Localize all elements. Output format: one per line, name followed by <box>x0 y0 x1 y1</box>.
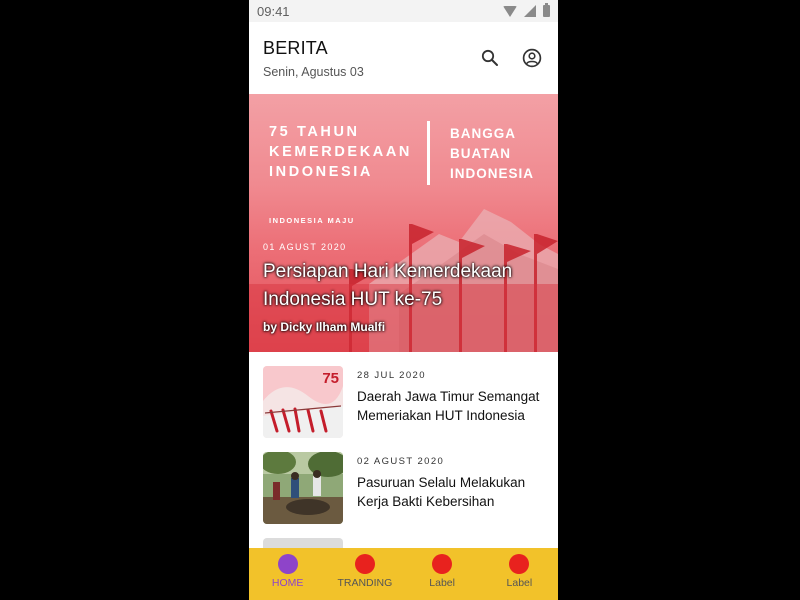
news-date: 02 AGUST 2020 <box>357 456 445 467</box>
nav-label: HOME <box>271 577 304 589</box>
app-bar-actions <box>480 48 542 68</box>
nav-tranding-icon <box>354 554 375 574</box>
news-date: 28 JUL 2020 <box>357 370 426 381</box>
bottom-navigation: HOME TRANDING Label Label <box>249 548 558 600</box>
nav-label: TRANDING <box>337 577 393 589</box>
news-item[interactable]: 02 AGUST 2020 Pasuruan Selalu Melakukan … <box>249 452 558 524</box>
nav-item-label-1[interactable]: Label <box>404 548 481 589</box>
hero-banner-right: BANGGA BUATAN INDONESIA <box>450 124 534 184</box>
news-title[interactable]: Pasuruan Selalu Melakukan Kerja Bakti Ke… <box>357 473 544 511</box>
news-text: 02 AGUST 2020 Pasuruan Selalu Melakukan … <box>357 452 544 524</box>
news-thumbnail <box>263 452 343 524</box>
news-item[interactable]: 75 28 JUL 2020 Daerah Jawa Timur Semanga… <box>249 366 558 438</box>
account-circle-icon[interactable] <box>522 48 542 68</box>
featured-article[interactable]: 75 TAHUN KEMERDEKAAN INDONESIA BANGGA BU… <box>249 94 558 352</box>
featured-author: by Dicky Ilham Mualfi <box>263 320 386 334</box>
status-icons <box>503 3 550 17</box>
status-bar: 09:41 <box>249 0 558 22</box>
featured-title[interactable]: Persiapan Hari Kemerdekaan Indonesia HUT… <box>263 258 553 314</box>
banner-line: INDONESIA <box>269 164 373 180</box>
battery-icon <box>543 3 550 17</box>
page-date: Senin, Agustus 03 <box>263 64 364 79</box>
status-time: 09:41 <box>257 3 290 19</box>
hero-banner-left: 75 TAHUN KEMERDEKAAN INDONESIA <box>269 122 412 182</box>
signal-icon <box>524 5 536 17</box>
app-bar: BERITA Senin, Agustus 03 <box>249 22 558 94</box>
banner-line: 75 TAHUN <box>269 124 360 140</box>
thumbnail-logo-text: 75 <box>322 370 339 387</box>
nav-label-icon <box>432 554 453 574</box>
news-text: 28 JUL 2020 Daerah Jawa Timur Semangat M… <box>357 366 544 438</box>
wifi-icon <box>503 5 517 17</box>
news-title[interactable]: Daerah Jawa Timur Semangat Memeriakan HU… <box>357 387 544 425</box>
nav-label-icon <box>509 554 530 574</box>
banner-line: BUATAN <box>450 146 511 161</box>
banner-line: BANGGA <box>450 126 516 141</box>
phone-screen: 09:41 BERITA Senin, Agustus 03 75 TAHUN … <box>249 0 558 600</box>
search-icon[interactable] <box>480 48 500 68</box>
nav-home-icon <box>277 554 298 574</box>
page-title: BERITA <box>263 37 328 58</box>
title-block: BERITA Senin, Agustus 03 <box>263 38 364 79</box>
nav-item-tranding[interactable]: TRANDING <box>326 548 403 589</box>
banner-line: KEMERDEKAAN <box>269 144 412 160</box>
banner-line: INDONESIA <box>450 166 535 181</box>
nav-item-home[interactable]: HOME <box>249 548 326 589</box>
news-thumbnail: 75 <box>263 366 343 438</box>
nav-item-label-2[interactable]: Label <box>481 548 558 589</box>
nav-label: Label <box>506 577 533 589</box>
banner-tag: INDONESIA MAJU <box>269 216 355 225</box>
nav-label: Label <box>429 577 455 589</box>
banner-divider <box>427 121 430 185</box>
news-list: 75 28 JUL 2020 Daerah Jawa Timur Semanga… <box>249 352 558 550</box>
featured-date: 01 AGUST 2020 <box>263 242 347 252</box>
